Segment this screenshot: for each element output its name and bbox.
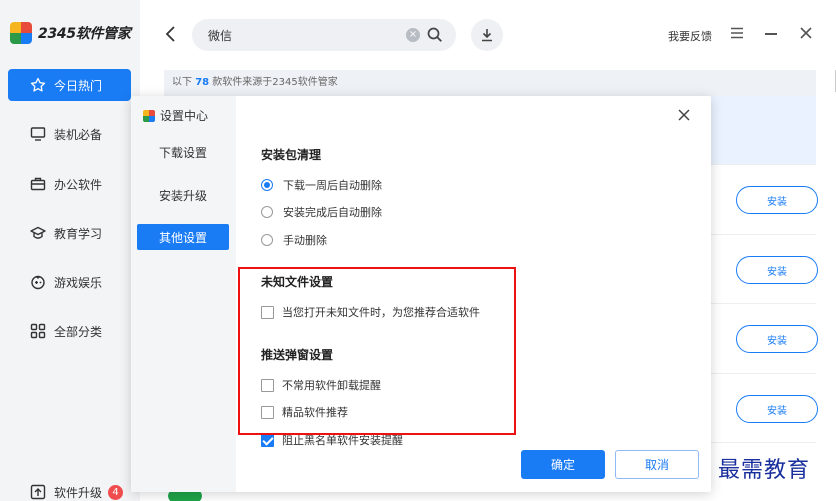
option-label: 精品软件推荐 [282,406,348,419]
sidebar-item-games[interactable]: 游戏娱乐 [8,266,131,298]
search-icon[interactable] [426,26,444,44]
sidebar-item-label: 教育学习 [54,226,103,241]
radio-button[interactable] [261,179,273,191]
sidebar: 2345软件管家 今日热门 装机必备 办公软件 教育学习 游戏娱乐 全部分类 软… [0,0,140,501]
option-label: 下载一周后自动删除 [283,179,382,192]
grid-icon [30,323,46,339]
gamepad-icon [30,274,46,290]
settings-dialog: 设置中心 下载设置 安装升级 其他设置 安装包清理 下载一周后自动删除 安装完成… [131,96,711,492]
sidebar-item-upgrade[interactable]: 软件升级 4 [8,476,131,501]
sidebar-item-label: 游戏娱乐 [54,275,103,290]
tab-install-upgrade[interactable]: 安装升级 [137,182,229,208]
checkbox-option[interactable]: 不常用软件卸载提醒 [261,377,381,393]
tab-download-settings[interactable]: 下载设置 [137,139,229,165]
sidebar-item-office[interactable]: 办公软件 [8,168,131,200]
logo-icon [143,109,155,122]
logo-icon [10,22,32,44]
checkbox[interactable] [261,305,274,319]
close-icon[interactable] [677,108,691,122]
checkbox-option[interactable]: 阻止黑名单软件安装提醒 [261,432,403,448]
brand-text: 2345软件管家 [38,26,131,42]
radio-option[interactable]: 安装完成后自动删除 [261,204,382,220]
install-button[interactable]: 安装 [736,256,818,284]
radio-button[interactable] [261,206,273,218]
settings-tabs: 设置中心 下载设置 安装升级 其他设置 [131,96,236,492]
download-icon [482,29,492,42]
back-arrow-icon[interactable] [162,24,180,44]
checkbox-option[interactable]: 当您打开未知文件时，为您推荐合适软件 [261,304,480,320]
search-input[interactable]: 微信 × [192,19,456,51]
sidebar-item-hot[interactable]: 今日热门 [8,69,131,101]
briefcase-icon [30,176,46,192]
option-label: 当您打开未知文件时，为您推荐合适软件 [282,306,480,319]
sidebar-item-label: 软件升级 [54,485,103,500]
checkbox-option[interactable]: 精品软件推荐 [261,404,348,420]
option-label: 安装完成后自动删除 [283,206,382,219]
install-button[interactable]: 安装 [736,325,818,353]
option-label: 阻止黑名单软件安装提醒 [282,434,403,447]
download-button[interactable] [471,19,503,51]
cancel-button[interactable]: 取消 [615,450,699,479]
dialog-title-text: 设置中心 [160,109,209,123]
sidebar-item-education[interactable]: 教育学习 [8,217,131,249]
sidebar-item-label: 今日热门 [54,78,103,93]
graduation-cap-icon [30,225,46,241]
sidebar-item-label: 全部分类 [54,324,103,339]
close-window-icon[interactable] [799,26,813,40]
dialog-title: 设置中心 [143,107,208,124]
install-button[interactable]: 安装 [736,395,818,423]
option-label: 不常用软件卸载提醒 [282,379,381,392]
radio-option[interactable]: 下载一周后自动删除 [261,177,382,193]
upgrade-icon [30,484,46,500]
upgrade-count-badge: 4 [108,484,124,500]
info-prefix: 以下 [172,77,192,88]
sidebar-item-essentials[interactable]: 装机必备 [8,118,131,150]
clear-search-icon[interactable]: × [406,28,420,42]
sidebar-item-label: 装机必备 [54,127,103,142]
feedback-link[interactable]: 我要反馈 [668,28,712,44]
sidebar-item-label: 办公软件 [54,177,103,192]
software-count: 78 [195,77,210,88]
menu-icon[interactable] [730,27,744,39]
sidebar-item-categories[interactable]: 全部分类 [8,315,131,347]
checkbox[interactable] [261,378,274,392]
checkbox-checked[interactable] [261,433,274,447]
section-title: 推送弹窗设置 [261,348,334,362]
top-bar: 微信 × 我要反馈 [140,0,836,68]
radio-button[interactable] [261,234,273,246]
radio-option[interactable]: 手动删除 [261,232,327,248]
tab-other-settings[interactable]: 其他设置 [137,224,229,250]
source-info: 以下 78 款软件来源于2345软件管家 [164,70,816,96]
confirm-button[interactable]: 确定 [521,450,605,479]
section-title: 未知文件设置 [261,275,334,289]
install-button[interactable]: 安装 [736,186,818,214]
search-value: 微信 [208,28,233,43]
info-suffix: 款软件来源于2345软件管家 [212,77,338,88]
monitor-icon [30,126,46,142]
checkbox[interactable] [261,405,274,419]
option-label: 手动删除 [283,234,327,247]
section-title: 安装包清理 [261,148,322,162]
watermark-text: 最需教育 [718,458,811,483]
app-logo: 2345软件管家 [10,22,131,44]
minimize-icon[interactable] [765,33,777,35]
star-icon [30,77,46,93]
